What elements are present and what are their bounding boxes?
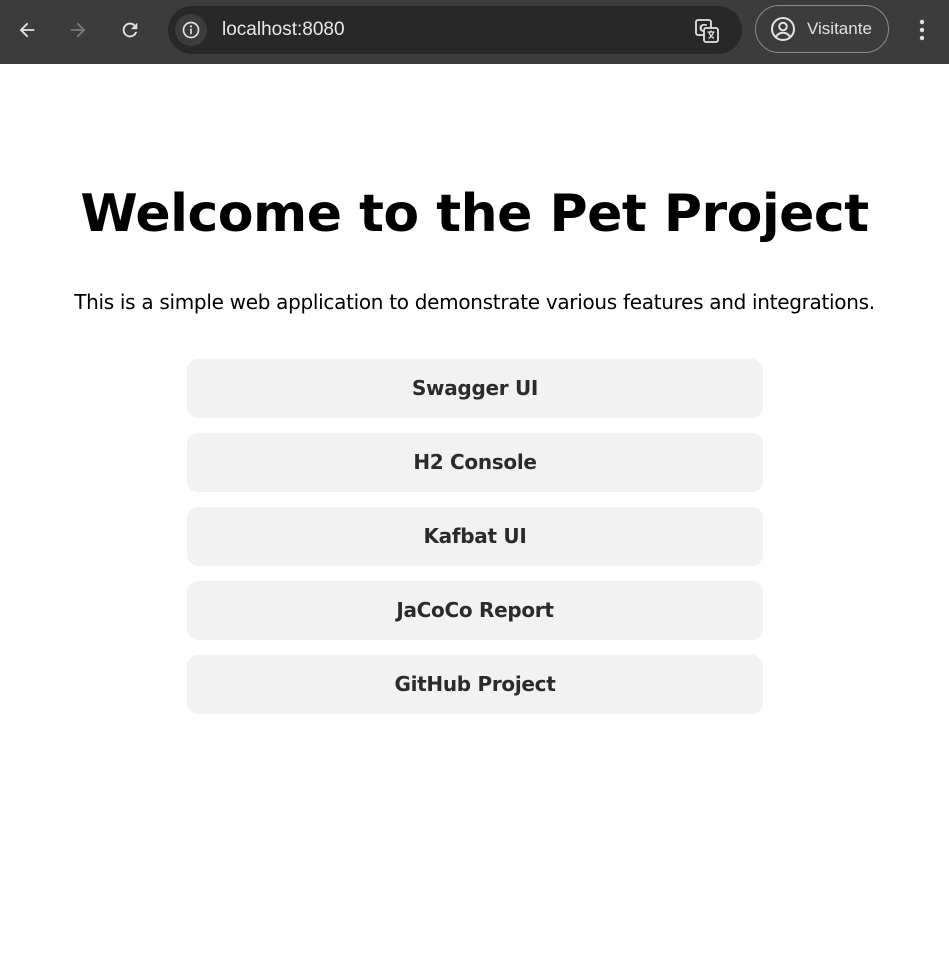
translate-icon[interactable]: G [694, 18, 720, 44]
reload-icon [122, 22, 138, 38]
back-button[interactable] [11, 14, 43, 46]
github-project-button[interactable]: GitHub Project [187, 655, 763, 714]
url-text[interactable]: localhost:8080 [222, 19, 345, 41]
info-icon [182, 21, 200, 39]
profile-icon [771, 17, 795, 41]
profile-button[interactable]: Visitante [755, 5, 889, 53]
more-vertical-icon [919, 19, 925, 41]
swagger-ui-button[interactable]: Swagger UI [187, 359, 763, 418]
page-title: Welcome to the Pet Project [80, 184, 869, 244]
page-content: Welcome to the Pet Project This is a sim… [0, 64, 949, 963]
browser-toolbar: localhost:8080 G Visitante [0, 0, 949, 64]
site-info-button[interactable] [175, 14, 207, 46]
arrow-left-icon [19, 22, 35, 38]
kafbat-ui-button[interactable]: Kafbat UI [187, 507, 763, 566]
jacoco-report-button[interactable]: JaCoCo Report [187, 581, 763, 640]
forward-button[interactable] [62, 14, 94, 46]
page-subtitle: This is a simple web application to demo… [74, 290, 875, 314]
h2-console-button[interactable]: H2 Console [187, 433, 763, 492]
browser-menu-button[interactable] [908, 14, 936, 46]
address-bar[interactable]: localhost:8080 G [168, 6, 742, 54]
reload-button[interactable] [114, 14, 146, 46]
arrow-right-icon [70, 22, 86, 38]
profile-label: Visitante [807, 19, 872, 38]
link-list: Swagger UI H2 Console Kafbat UI JaCoCo R… [187, 359, 763, 729]
